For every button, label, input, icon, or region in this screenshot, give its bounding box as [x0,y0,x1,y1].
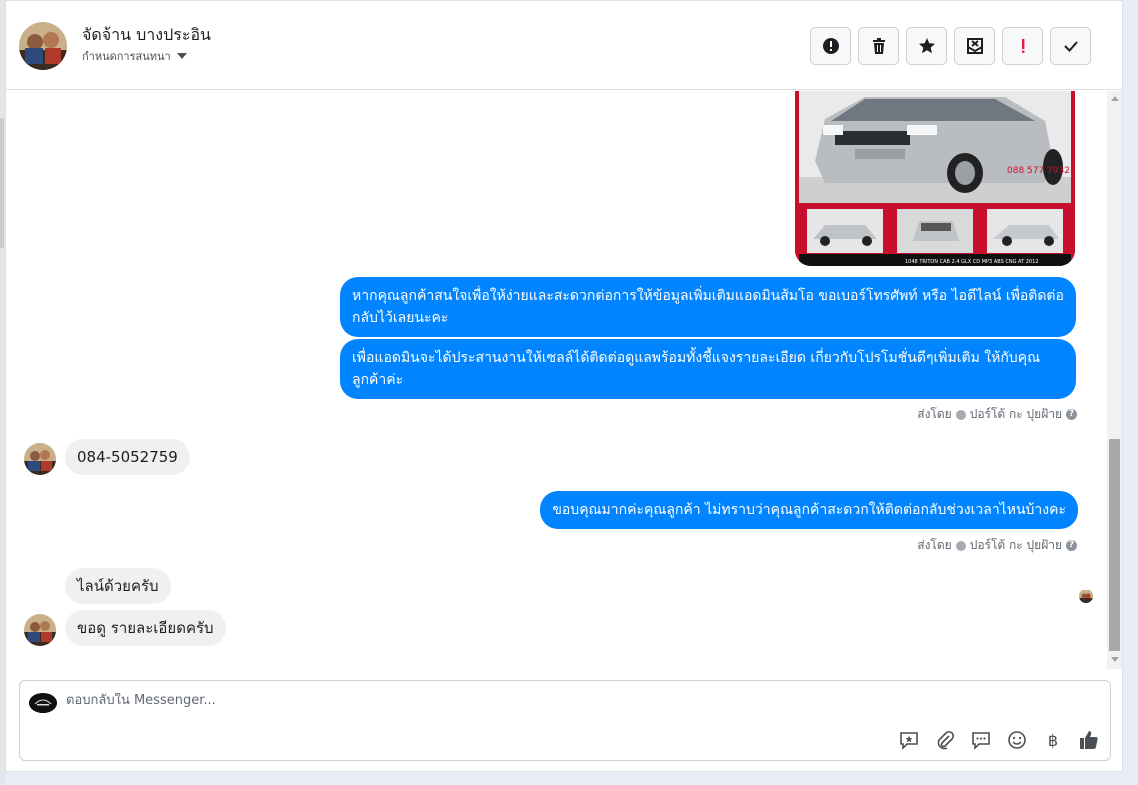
incoming-message[interactable]: ขอดู รายละเอียดครับ [65,610,226,646]
conversation-header: จัดจ้าน บางประอิน กำหนดการสนทนา [6,1,1122,90]
sent-by-info: ส่งโดย ปอร์โต้ กะ ปุยฝ้าย ? [917,405,1077,424]
sent-by-label: ส่งโดย [917,538,952,552]
check-icon [1063,41,1078,52]
chevron-down-icon [176,53,187,59]
scroll-down-arrow-icon[interactable] [1111,657,1119,662]
header-actions [810,27,1091,65]
trash-icon [872,38,885,54]
left-scrollbar-thumb[interactable] [0,118,4,248]
baht-icon[interactable]: ฿ [1042,729,1064,751]
reply-composer: ฿ [19,680,1111,761]
contact-avatar-small[interactable] [24,443,56,475]
chat-scrollbar[interactable] [1107,91,1122,669]
sent-by-label: ส่งโดย [917,407,952,421]
contact-avatar[interactable] [19,22,67,70]
saved-reply-icon[interactable] [898,729,920,751]
thumbs-up-icon[interactable] [1078,729,1100,751]
scroll-up-arrow-icon[interactable] [1111,96,1119,101]
outgoing-message[interactable]: ขอบคุณมากค่ะคุณลูกค้า ไม่ทราบว่าคุณลูกค้… [540,491,1078,529]
exclamation-icon [1021,39,1024,53]
envelope-x-icon [966,38,983,54]
contact-name[interactable]: จัดจ้าน บางประอิน [82,23,211,48]
outgoing-message[interactable]: เพื่อแอดมินจะได้ประสานงานให้เซลล์ได้ติดต… [340,339,1076,399]
alert-circle-icon [822,38,839,54]
spam-button[interactable] [810,27,851,65]
car-photo-attachment[interactable]: 088 577 7932 1048 TRITON CAB 2.4 GLX CD … [795,91,1075,266]
sent-by-info: ส่งโดย ปอร์โต้ กะ ปุยฝ้าย ? [917,536,1077,555]
outgoing-message[interactable]: หากคุณลูกค้าสนใจเพื่อให้ง่ายและสะดวกต่อก… [340,277,1076,337]
scrollbar-thumb[interactable] [1109,439,1120,651]
help-icon[interactable]: ? [1066,540,1077,551]
check-circle-icon [955,409,966,420]
delete-button[interactable] [858,27,899,65]
incoming-message[interactable]: 084-5052759 [65,439,190,475]
message-list[interactable]: 088 577 7932 1048 TRITON CAB 2.4 GLX CD … [6,91,1109,669]
page-avatar [29,693,57,713]
sender-name[interactable]: ปอร์โต้ กะ ปุยฝ้าย [970,405,1062,424]
chat-bubble-icon[interactable] [970,729,992,751]
car-photo-caption: 1048 TRITON CAB 2.4 GLX CD MP3 ABS CNG A… [905,259,1038,265]
follow-up-button[interactable] [1002,27,1043,65]
help-icon[interactable]: ? [1066,409,1077,420]
assign-label: กำหนดการสนทนา [82,50,171,63]
emoji-icon[interactable] [1006,729,1028,751]
conversation-panel: จัดจ้าน บางประอิน กำหนดการสนทนา 088 577 … [5,0,1123,772]
composer-tools: ฿ [898,729,1100,751]
attachment-icon[interactable] [934,729,956,751]
sender-name[interactable]: ปอร์โต้ กะ ปุยฝ้าย [970,536,1062,555]
star-button[interactable] [906,27,947,65]
assign-conversation-dropdown[interactable]: กำหนดการสนทนา [82,47,187,65]
contact-avatar-small[interactable] [24,614,56,646]
incoming-message[interactable]: ไลน์ด้วยครับ [65,568,171,604]
mark-unread-button[interactable] [954,27,995,65]
done-button[interactable] [1050,27,1091,65]
star-icon [918,38,935,54]
reply-input[interactable] [66,693,866,708]
check-circle-icon [955,540,966,551]
seen-indicator-avatar [1079,589,1093,603]
car-photo-phone: 088 577 7932 [1007,166,1070,176]
